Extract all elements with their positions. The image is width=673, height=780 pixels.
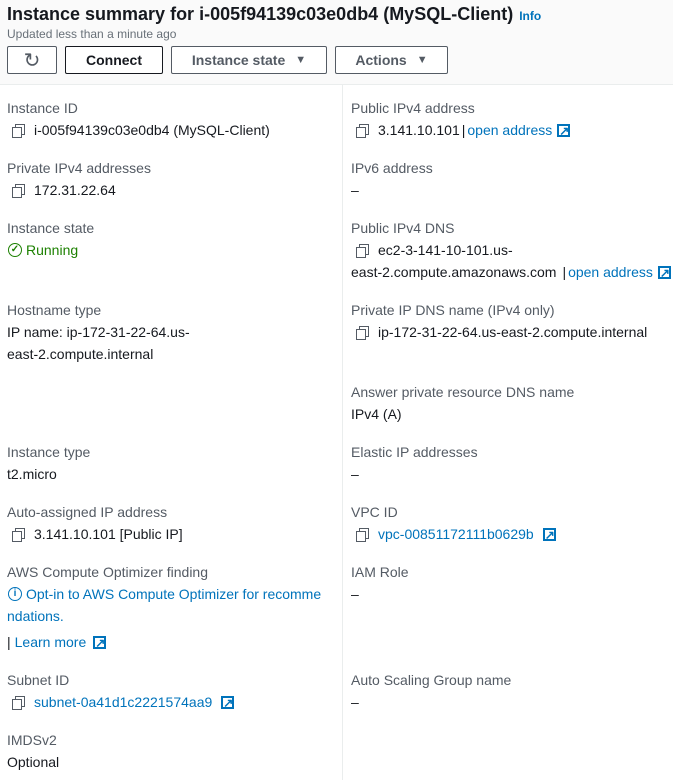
separator: | [461, 122, 466, 138]
label: VPC ID [351, 504, 398, 520]
separator: | [7, 634, 11, 650]
label: Instance state [7, 220, 95, 236]
external-link-icon[interactable] [221, 692, 235, 714]
field-auto-scaling-group: Auto Scaling Group name – [351, 669, 511, 713]
field-private-dns: Private IP DNS name (IPv4 only) ip-172-3… [351, 299, 647, 343]
caret-down-icon: ▼ [416, 54, 428, 66]
label: Hostname type [7, 302, 102, 318]
open-address-link[interactable]: open address [568, 261, 653, 283]
field-compute-optimizer: AWS Compute Optimizer finding i Opt-in to… [7, 561, 321, 654]
copy-icon[interactable] [12, 123, 25, 138]
field-elastic-ip: Elastic IP addresses – [351, 441, 478, 485]
label: IMDSv2 [7, 732, 57, 748]
separator: | [562, 264, 567, 280]
value: 172.31.22.64 [34, 182, 116, 198]
field-answer-dns: Answer private resource DNS name IPv4 (A… [351, 381, 574, 425]
copy-icon[interactable] [356, 325, 369, 340]
instance-state-label: Instance state [191, 52, 286, 68]
vpc-link[interactable]: vpc-00851172111b0629b [378, 523, 534, 545]
field-ipv6: IPv6 address – [351, 157, 433, 201]
copy-icon[interactable] [12, 695, 25, 710]
value-line1: IP name: ip-172-31-22-64.us- [7, 324, 190, 340]
value-line2: east-2.compute.internal [7, 346, 154, 362]
caret-down-icon: ▼ [295, 54, 307, 66]
value: – [351, 694, 359, 710]
subnet-link[interactable]: subnet-0a41d1c2221574aa9 [34, 691, 212, 713]
value: – [351, 586, 359, 602]
value-line2: east-2.compute.amazonaws.com [351, 264, 557, 280]
field-private-ipv4: Private IPv4 addresses 172.31.22.64 [7, 157, 151, 201]
copy-icon[interactable] [12, 183, 25, 198]
info-icon: i [8, 587, 22, 601]
label: IPv6 address [351, 160, 433, 176]
copy-icon[interactable] [356, 243, 369, 258]
value-line1: ec2-3-141-10-101.us- [378, 242, 513, 258]
field-subnet-id: Subnet ID subnet-0a41d1c2221574aa9 [7, 669, 235, 714]
label: Private IPv4 addresses [7, 160, 151, 176]
label: Subnet ID [7, 672, 70, 688]
learn-more-link[interactable]: Learn more [15, 631, 87, 653]
label: Private IP DNS name (IPv4 only) [351, 302, 555, 318]
external-link-icon[interactable] [557, 120, 571, 142]
label: IAM Role [351, 564, 409, 580]
field-instance-state: Instance state ✓ Running [7, 217, 94, 261]
updated-status: Updated less than a minute ago [7, 27, 177, 41]
label: Public IPv4 DNS [351, 220, 455, 236]
label: Auto-assigned IP address [7, 504, 168, 520]
field-imdsv2: IMDSv2 Optional [7, 729, 59, 773]
value: – [351, 182, 359, 198]
value: 3.141.10.101 [Public IP] [34, 526, 183, 542]
external-link-icon[interactable] [657, 262, 671, 284]
field-instance-id: Instance ID i-005f94139c03e0db4 (MySQL-C… [7, 97, 270, 141]
field-hostname-type: Hostname type IP name: ip-172-31-22-64.u… [7, 299, 190, 365]
field-public-ipv4: Public IPv4 address 3.141.10.101 | open ad… [351, 97, 571, 142]
refresh-icon: ↻ [23, 49, 41, 72]
label: Instance type [7, 444, 91, 460]
refresh-button[interactable]: ↻ [7, 46, 57, 74]
label: Auto Scaling Group name [351, 672, 512, 688]
label: Answer private resource DNS name [351, 384, 575, 400]
field-public-dns: Public IPv4 DNS ec2-3-141-10-101.us- eas… [351, 217, 671, 284]
label: Public IPv4 address [351, 100, 475, 116]
optimizer-link[interactable]: Opt-in to AWS Compute Optimizer for reco… [26, 583, 321, 605]
field-vpc-id: VPC ID vpc-00851172111b0629b [351, 501, 556, 546]
actions-label: Actions [355, 52, 407, 68]
label: Elastic IP addresses [351, 444, 478, 460]
status-running: Running [26, 242, 79, 258]
external-link-icon[interactable] [542, 524, 556, 546]
value: IPv4 (A) [351, 406, 402, 422]
field-instance-type: Instance type t2.micro [7, 441, 90, 485]
value: t2.micro [7, 466, 57, 482]
open-address-link[interactable]: open address [467, 119, 552, 141]
value: 3.141.10.101 [378, 122, 460, 138]
info-link[interactable]: Info [519, 9, 541, 23]
column-divider [342, 85, 343, 780]
value: i-005f94139c03e0db4 (MySQL-Client) [34, 122, 270, 138]
value: – [351, 466, 359, 482]
copy-icon[interactable] [12, 527, 25, 542]
external-link-icon[interactable] [93, 632, 107, 654]
instance-state-dropdown[interactable]: Instance state ▼ [171, 46, 327, 74]
connect-button[interactable]: Connect [65, 46, 163, 74]
label: Instance ID [7, 100, 78, 116]
actions-dropdown[interactable]: Actions ▼ [335, 46, 448, 74]
label: AWS Compute Optimizer finding [7, 564, 208, 580]
copy-icon[interactable] [356, 123, 369, 138]
page-title: Instance summary for i-005f94139c03e0db4… [7, 4, 541, 25]
field-auto-assigned-ip: Auto-assigned IP address 3.141.10.101 [P… [7, 501, 183, 545]
value: Optional [7, 754, 60, 770]
copy-icon[interactable] [356, 527, 369, 542]
field-iam-role: IAM Role – [351, 561, 409, 605]
header: Instance summary for i-005f94139c03e0db4… [0, 0, 673, 85]
check-circle-icon: ✓ [8, 243, 22, 257]
optimizer-link-line2[interactable]: ndations. [7, 605, 321, 627]
title-text: Instance summary for i-005f94139c03e0db4… [7, 4, 514, 24]
value: ip-172-31-22-64.us-east-2.compute.intern… [378, 324, 648, 340]
